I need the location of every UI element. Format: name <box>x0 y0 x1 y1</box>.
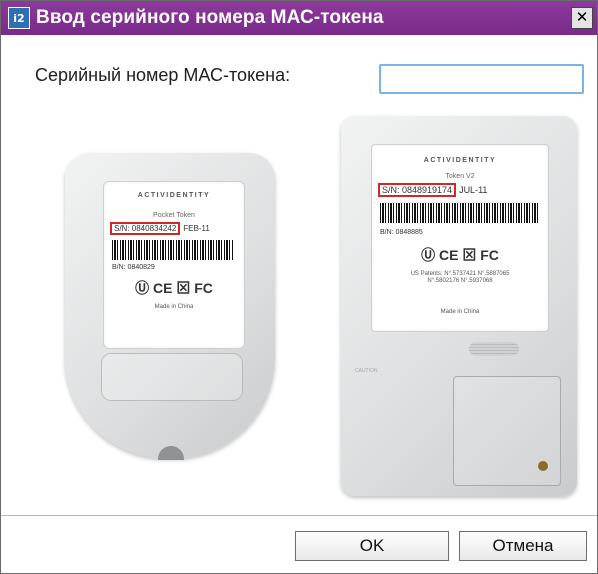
patents-text: US Patents: N°.5737421 N°.5887065 N°.580… <box>410 271 510 284</box>
serial-line: S/N: 0840834242 FEB-11 <box>110 222 210 235</box>
embossed-panel <box>101 353 243 401</box>
made-in: Made in China <box>440 309 480 315</box>
manufacture-date: JUL-11 <box>459 185 488 195</box>
close-button[interactable]: ✕ <box>571 7 593 29</box>
ok-button[interactable]: OK <box>295 531 449 561</box>
cancel-button[interactable]: Отмена <box>459 531 587 561</box>
speaker-grill <box>469 342 519 356</box>
pocket-token-label: ACTIVIDENTITY Pocket Token S/N: 08408342… <box>103 181 245 349</box>
token-model: Token V2 <box>445 173 475 180</box>
token-brand: ACTIVIDENTITY <box>423 157 497 164</box>
battery-door <box>453 376 561 486</box>
manufacture-date: FEB-11 <box>183 224 210 233</box>
certification-marks: Ⓤ CE ⊠ FC <box>421 247 499 263</box>
serial-number-input[interactable] <box>379 64 584 94</box>
serial-number-label: Серийный номер МАС-токена: <box>35 65 291 85</box>
serial-highlight: S/N: 0848919174 <box>378 183 457 197</box>
close-icon: ✕ <box>575 8 589 26</box>
app-icon: i2 <box>8 7 30 29</box>
serial-line: S/N: 0848919174 JUL-11 <box>378 183 487 197</box>
screw-icon <box>538 461 548 471</box>
batch-number: B/N: 0848885 <box>380 229 423 236</box>
token-hinge <box>158 446 184 460</box>
token-brand: ACTIVIDENTITY <box>137 192 211 199</box>
title-bar[interactable]: i2 Ввод серийного номера МАС-токена ✕ <box>1 1 597 35</box>
barcode <box>380 203 538 223</box>
token-v2-image: ACTIVIDENTITY Token V2 S/N: 0848919174 JU… <box>341 116 577 496</box>
batch-number: B/N: 0840829 <box>112 264 155 271</box>
serial-highlight: S/N: 0840834242 <box>110 222 181 235</box>
pocket-token-image: ACTIVIDENTITY Pocket Token S/N: 08408342… <box>65 153 275 460</box>
barcode <box>112 240 234 260</box>
footer-separator <box>1 515 597 516</box>
token-model: Pocket Token <box>153 212 195 219</box>
window-title: Ввод серийного номера МАС-токена <box>36 7 384 28</box>
serial-row: Серийный номер МАС-токена: <box>1 57 597 97</box>
serial-number-dialog: i2 Ввод серийного номера МАС-токена ✕ Се… <box>0 0 598 574</box>
caution-text: CAUTION <box>355 368 378 374</box>
token-v2-label: ACTIVIDENTITY Token V2 S/N: 0848919174 JU… <box>371 144 549 332</box>
certification-marks: Ⓤ CE ⊠ FC <box>135 280 213 296</box>
made-in: Made in China <box>154 304 194 310</box>
